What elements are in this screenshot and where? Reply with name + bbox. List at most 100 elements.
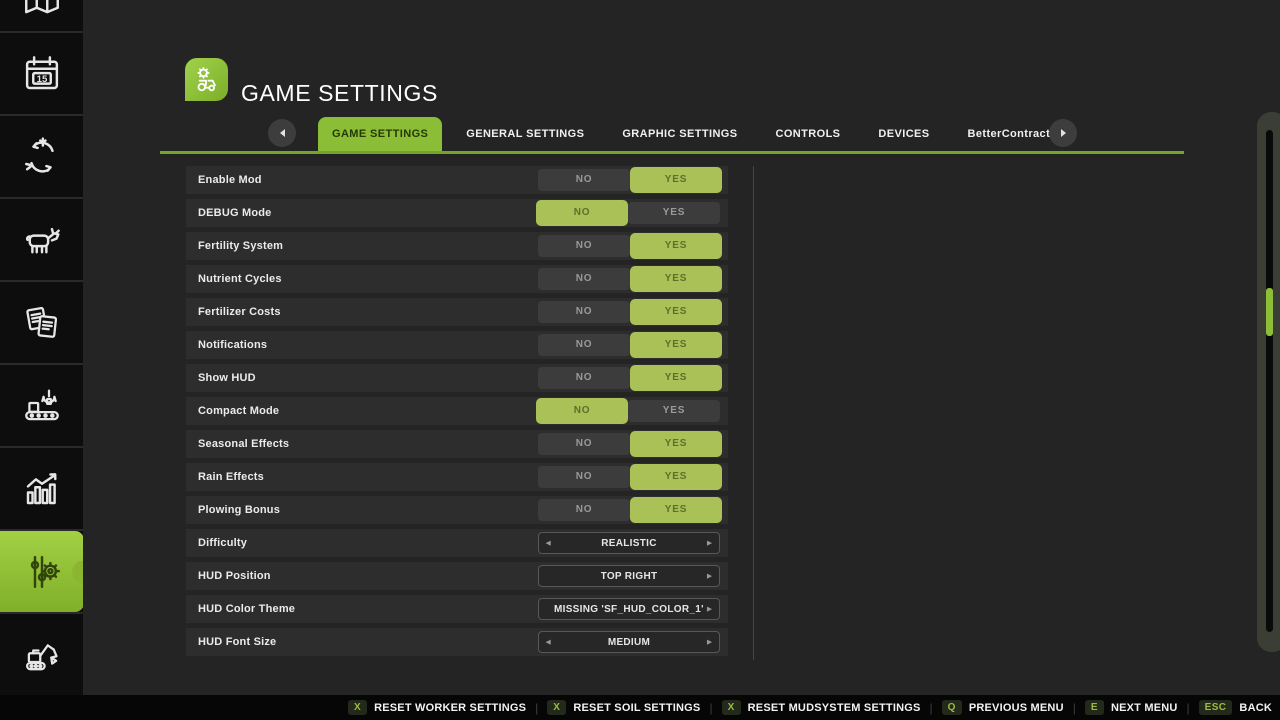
svg-text:15: 15 bbox=[36, 74, 47, 85]
sidebar-item-contracts[interactable] bbox=[0, 282, 83, 363]
footer-action-reset-worker-settings[interactable]: X RESET WORKER SETTINGS bbox=[348, 700, 526, 715]
toggle-yes-button[interactable]: YES bbox=[630, 497, 722, 523]
select-control[interactable]: MISSING 'SF_HUD_COLOR_1' L..▸ bbox=[538, 598, 720, 620]
contracts-icon bbox=[21, 302, 63, 344]
toggle-yes-button[interactable]: YES bbox=[630, 266, 722, 292]
statistics-icon bbox=[21, 468, 63, 510]
setting-label: Compact Mode bbox=[198, 405, 279, 417]
toggle-no-button[interactable]: NO bbox=[538, 466, 630, 488]
toggle-no-button[interactable]: NO bbox=[536, 200, 628, 226]
toggle-control: NOYES bbox=[538, 400, 720, 422]
setting-label: Show HUD bbox=[198, 372, 256, 384]
key-badge: E bbox=[1085, 700, 1104, 715]
sidebar-item-animals[interactable] bbox=[0, 199, 83, 280]
toggle-no-button[interactable]: NO bbox=[538, 433, 630, 455]
footer-action-reset-mudsystem-settings[interactable]: X RESET MUDSYSTEM SETTINGS bbox=[722, 700, 921, 715]
left-arrow-icon bbox=[280, 129, 285, 137]
footer-separator: | bbox=[930, 701, 933, 715]
settings-row: Seasonal EffectsNOYES bbox=[186, 430, 728, 458]
sidebar-item-crop-rotation[interactable] bbox=[0, 116, 83, 197]
toggle-no-button[interactable]: NO bbox=[538, 301, 630, 323]
footer-separator: | bbox=[709, 701, 712, 715]
toggle-yes-button[interactable]: YES bbox=[630, 365, 722, 391]
option-prev-arrow-icon[interactable]: ◂ bbox=[546, 539, 551, 548]
toggle-yes-button[interactable]: YES bbox=[630, 233, 722, 259]
map-icon bbox=[21, 0, 63, 20]
tabs-next-button[interactable] bbox=[1049, 119, 1077, 147]
toggle-no-button[interactable]: NO bbox=[536, 398, 628, 424]
toggle-no-button[interactable]: NO bbox=[538, 367, 630, 389]
key-badge: X bbox=[348, 700, 367, 715]
list-divider bbox=[753, 166, 754, 660]
toggle-control: NOYES bbox=[538, 466, 720, 488]
footer-action-label: PREVIOUS MENU bbox=[969, 702, 1064, 714]
footer-separator: | bbox=[1187, 701, 1190, 715]
option-next-arrow-icon[interactable]: ▸ bbox=[707, 605, 712, 614]
setting-label: HUD Position bbox=[198, 570, 271, 582]
footer-action-label: RESET WORKER SETTINGS bbox=[374, 702, 526, 714]
toggle-control: NOYES bbox=[538, 367, 720, 389]
scrollbar-thumb[interactable] bbox=[1266, 288, 1273, 336]
select-control[interactable]: TOP RIGHT▸ bbox=[538, 565, 720, 587]
option-next-arrow-icon[interactable]: ▸ bbox=[707, 572, 712, 581]
footer-action-label: BACK bbox=[1239, 702, 1272, 714]
footer-action-label: RESET MUDSYSTEM SETTINGS bbox=[748, 702, 921, 714]
settings-row: Difficulty ◂ REALISTIC ▸ bbox=[186, 529, 728, 557]
settings-list: Enable ModNOYESDEBUG ModeNOYESFertility … bbox=[186, 166, 728, 656]
sidebar-item-statistics[interactable] bbox=[0, 448, 83, 529]
settings-row: Show HUD NOYES bbox=[186, 364, 728, 392]
toggle-yes-button[interactable]: YES bbox=[630, 464, 722, 490]
settings-icon bbox=[21, 551, 63, 593]
toggle-yes-button[interactable]: YES bbox=[630, 167, 722, 193]
toggle-yes-button[interactable]: YES bbox=[630, 332, 722, 358]
select-control[interactable]: ◂MEDIUM▸ bbox=[538, 631, 720, 653]
sidebar-item-map[interactable] bbox=[0, 0, 83, 31]
footer-action-previous-menu[interactable]: Q PREVIOUS MENU bbox=[942, 700, 1064, 715]
setting-label: Fertilizer Costs bbox=[198, 306, 281, 318]
tab-graphic-settings[interactable]: GRAPHIC SETTINGS bbox=[608, 117, 751, 151]
toggle-no-button[interactable]: NO bbox=[538, 268, 630, 290]
toggle-no-button[interactable]: NO bbox=[538, 235, 630, 257]
setting-label: Difficulty bbox=[198, 537, 247, 549]
production-icon bbox=[21, 385, 63, 427]
toggle-control: NOYES bbox=[538, 433, 720, 455]
toggle-no-button[interactable]: NO bbox=[538, 334, 630, 356]
footer-action-label: RESET SOIL SETTINGS bbox=[573, 702, 700, 714]
sidebar-item-production[interactable] bbox=[0, 365, 83, 446]
footer-separator: | bbox=[1073, 701, 1076, 715]
option-next-arrow-icon[interactable]: ▸ bbox=[707, 638, 712, 647]
settings-row: Plowing BonusNOYES bbox=[186, 496, 728, 524]
tab-devices[interactable]: DEVICES bbox=[864, 117, 943, 151]
sidebar-item-calendar[interactable]: 15 bbox=[0, 33, 83, 114]
footer-separator: | bbox=[535, 701, 538, 715]
settings-row: Fertility System NOYES bbox=[186, 232, 728, 260]
settings-row: Fertilizer Costs NOYES bbox=[186, 298, 728, 326]
toggle-yes-button[interactable]: YES bbox=[630, 431, 722, 457]
scrollbar-track[interactable] bbox=[1266, 130, 1273, 632]
toggle-yes-button[interactable]: YES bbox=[630, 299, 722, 325]
toggle-no-button[interactable]: NO bbox=[538, 169, 630, 191]
select-control[interactable]: ◂ REALISTIC ▸ bbox=[538, 532, 720, 554]
footer-action-reset-soil-settings[interactable]: XRESET SOIL SETTINGS bbox=[547, 700, 700, 715]
key-badge: Q bbox=[942, 700, 962, 715]
toggle-yes-button[interactable]: YES bbox=[628, 400, 720, 422]
toggle-no-button[interactable]: NO bbox=[538, 499, 630, 521]
setting-label: Fertility System bbox=[198, 240, 283, 252]
option-prev-arrow-icon[interactable]: ◂ bbox=[546, 638, 551, 647]
settings-row: NotificationsNOYES bbox=[186, 331, 728, 359]
toggle-control: NOYES bbox=[538, 202, 720, 224]
toggle-yes-button[interactable]: YES bbox=[628, 202, 720, 224]
tab-controls[interactable]: CONTROLS bbox=[762, 117, 855, 151]
option-next-arrow-icon[interactable]: ▸ bbox=[707, 539, 712, 548]
setting-label: DEBUG Mode bbox=[198, 207, 272, 219]
select-value: REALISTIC bbox=[601, 538, 656, 549]
tab-game-settings[interactable]: GAME SETTINGS bbox=[318, 117, 442, 151]
key-badge: X bbox=[722, 700, 741, 715]
toggle-control: NOYES bbox=[538, 169, 720, 191]
footer-action-back[interactable]: ESCBACK bbox=[1199, 700, 1272, 715]
tab-general-settings[interactable]: GENERAL SETTINGS bbox=[452, 117, 598, 151]
footer-action-next-menu[interactable]: ENEXT MENU bbox=[1085, 700, 1178, 715]
tabs-prev-button[interactable] bbox=[268, 119, 296, 147]
sidebar-item-construction[interactable] bbox=[0, 614, 83, 695]
sidebar-item-settings[interactable] bbox=[0, 531, 83, 612]
